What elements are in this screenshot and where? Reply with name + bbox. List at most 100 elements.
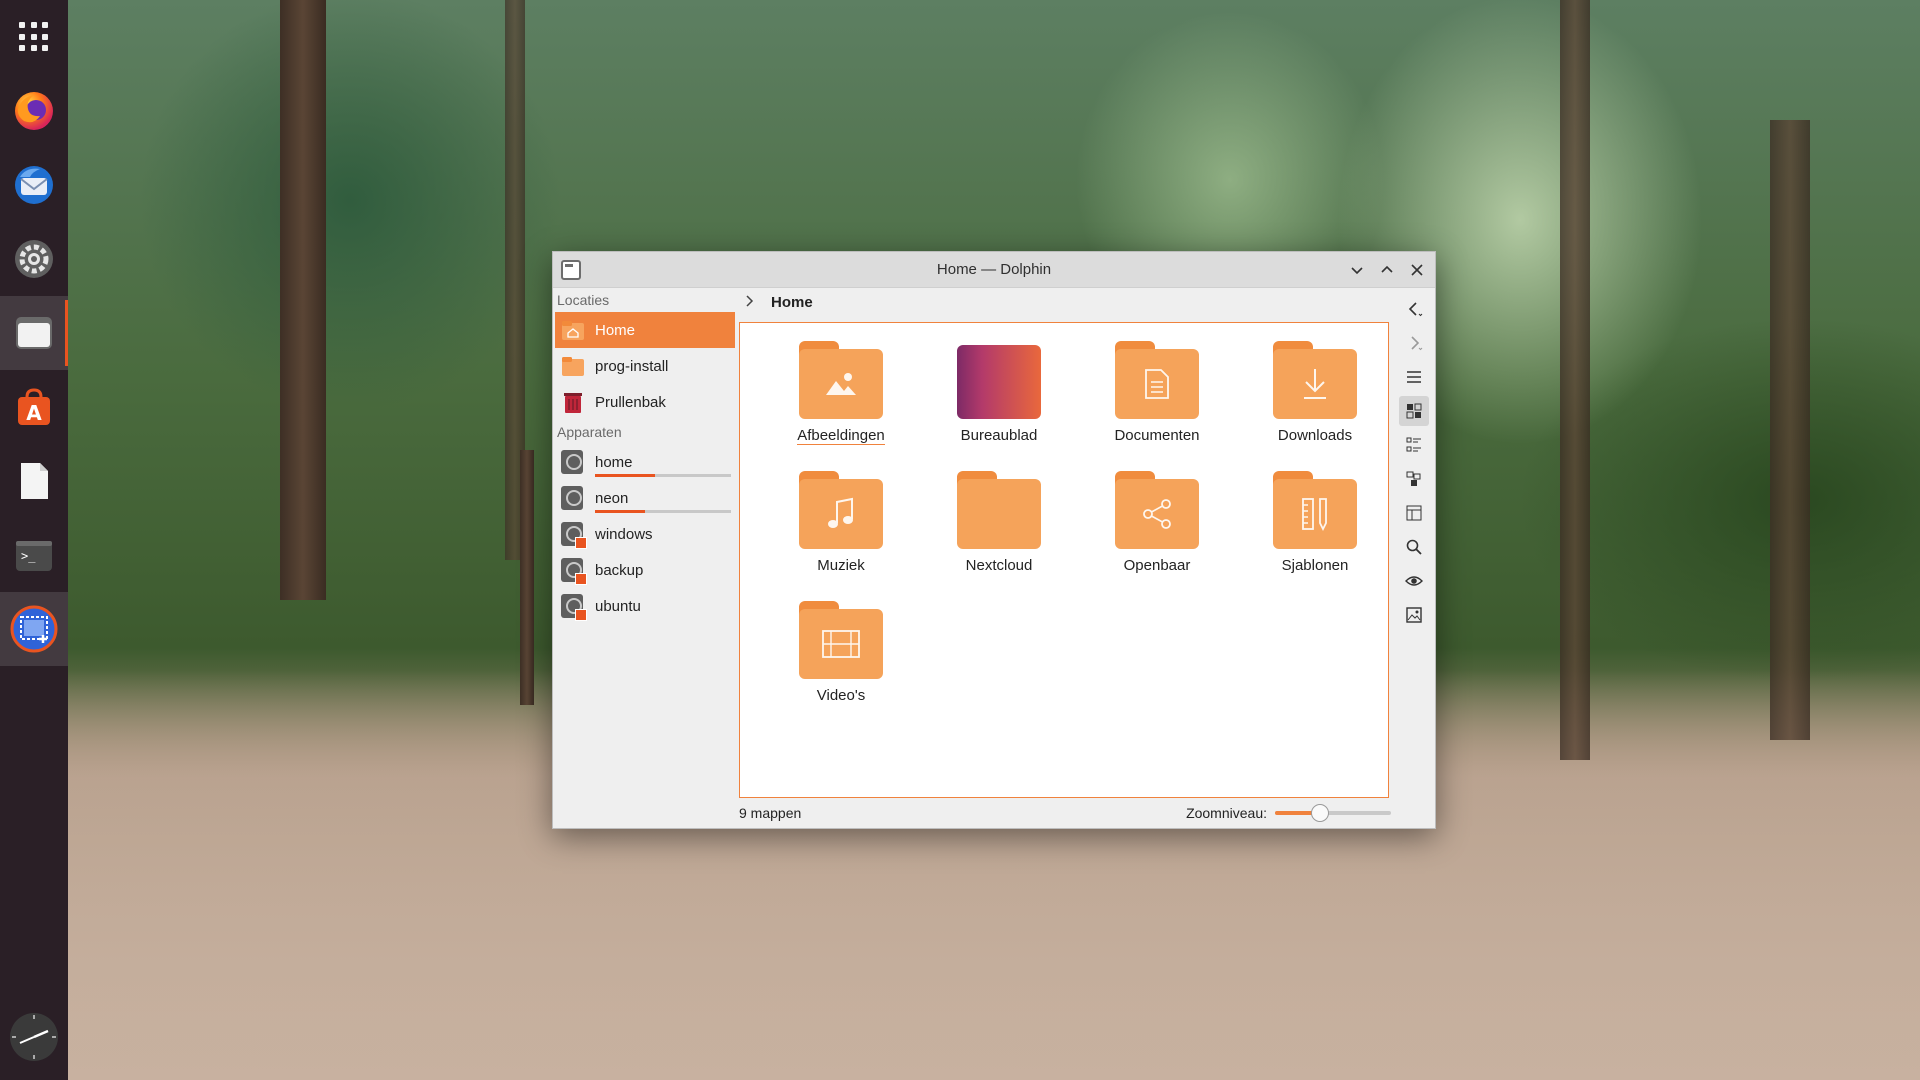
screenshot-icon[interactable] [0, 592, 68, 666]
folder-videos[interactable]: Video's [762, 599, 920, 717]
folder-label: Afbeeldingen [797, 427, 885, 445]
search-button[interactable] [1399, 532, 1429, 562]
desktop-folder-icon [957, 341, 1041, 419]
folder-downloads[interactable]: Downloads [1236, 339, 1394, 457]
device-label: home [595, 453, 633, 471]
app-grid-icon[interactable] [0, 0, 68, 74]
folder-muziek[interactable]: Muziek [762, 469, 920, 587]
folder-nextcloud[interactable]: Nextcloud [920, 469, 1078, 587]
device-label: backup [595, 561, 644, 579]
folder-label: Sjablonen [1281, 557, 1349, 574]
dolphin-window: Home — Dolphin Locaties Home prog-instal… [552, 251, 1436, 829]
minimize-button[interactable] [1345, 258, 1369, 282]
folder-afbeeldingen[interactable]: Afbeeldingen [762, 339, 920, 457]
details-view-icon [1406, 471, 1421, 486]
trash-icon [561, 390, 585, 414]
places-panel: Locaties Home prog-install Prullenbak Ap… [553, 288, 737, 828]
place-trash[interactable]: Prullenbak [553, 384, 737, 420]
maximize-button[interactable] [1375, 258, 1399, 282]
compact-view-icon [1406, 437, 1421, 452]
firefox-icon[interactable] [0, 74, 68, 148]
chevron-right-icon[interactable] [745, 294, 759, 311]
close-icon [1411, 264, 1423, 276]
show-hidden-button[interactable] [1399, 566, 1429, 596]
breadcrumb[interactable]: Home [739, 288, 1391, 316]
place-home[interactable]: Home [555, 312, 735, 348]
device-ubuntu[interactable]: ubuntu [553, 588, 737, 624]
folder-sjablonen[interactable]: Sjablonen [1236, 469, 1394, 587]
device-backup[interactable]: backup [553, 552, 737, 588]
section-places: Locaties [557, 292, 610, 308]
folder-label: Muziek [817, 557, 865, 574]
device-label: neon [595, 489, 629, 507]
folder-bureaublad[interactable]: Bureaublad [920, 339, 1078, 457]
device-windows[interactable]: windows [553, 516, 737, 552]
folder-label: Downloads [1277, 427, 1353, 444]
terminal-icon[interactable]: >_ [0, 518, 68, 592]
folder-label: Video's [816, 687, 866, 704]
usage-fill [595, 473, 655, 477]
dolphin-app-icon[interactable] [561, 260, 581, 280]
usage-bar [595, 473, 731, 477]
tree-trunk [1770, 120, 1810, 740]
svg-text:>_: >_ [21, 549, 36, 563]
breadcrumb-current[interactable]: Home [771, 294, 813, 311]
files-icon[interactable] [0, 296, 68, 370]
folder-label: Documenten [1114, 427, 1200, 444]
forward-button[interactable] [1399, 328, 1429, 358]
downloads-folder-icon [1273, 341, 1357, 419]
clock-icon[interactable] [0, 1002, 68, 1072]
thunderbird-icon[interactable] [0, 148, 68, 222]
folder-grid: Afbeeldingen Bureaublad Documenten Downl… [762, 339, 1394, 717]
zoom-slider-handle[interactable] [1311, 804, 1330, 822]
pictures-folder-icon [799, 341, 883, 419]
device-label: windows [595, 525, 653, 543]
split-view-icon [1406, 505, 1422, 521]
usage-fill [595, 509, 646, 513]
videos-folder-icon [799, 601, 883, 679]
device-neon[interactable]: neon [553, 480, 737, 516]
documents-folder-icon [1115, 341, 1199, 419]
public-share-folder-icon [1115, 471, 1199, 549]
chevron-right-icon [1411, 336, 1423, 351]
compact-view-button[interactable] [1399, 430, 1429, 460]
folder-label: Bureaublad [960, 427, 1038, 444]
details-view-button[interactable] [1399, 464, 1429, 494]
folder-icon [957, 471, 1041, 549]
icons-view-button[interactable] [1399, 396, 1429, 426]
chevron-down-icon [1351, 267, 1363, 275]
chevron-left-icon [1408, 302, 1423, 317]
back-button[interactable] [1399, 294, 1429, 324]
menu-button[interactable] [1399, 362, 1429, 392]
folder-icon [561, 354, 585, 378]
settings-icon[interactable] [0, 222, 68, 296]
folder-openbaar[interactable]: Openbaar [1078, 469, 1236, 587]
home-folder-icon [561, 318, 585, 342]
folder-documenten[interactable]: Documenten [1078, 339, 1236, 457]
dock: A >_ [0, 0, 68, 1080]
place-label: prog-install [595, 357, 669, 375]
device-home[interactable]: home [553, 444, 737, 480]
drive-mounted-icon [561, 522, 587, 549]
signpost [520, 450, 534, 705]
split-view-button[interactable] [1399, 498, 1429, 528]
search-icon [1406, 539, 1422, 555]
place-prog-install[interactable]: prog-install [553, 348, 737, 384]
app-center-icon[interactable]: A [0, 370, 68, 444]
window-title: Home — Dolphin [936, 261, 1052, 278]
usage-bar [595, 509, 731, 513]
zoom-label: Zoomniveau: [1186, 805, 1267, 821]
device-label: ubuntu [595, 597, 641, 615]
close-button[interactable] [1405, 258, 1429, 282]
zoom-slider[interactable] [1275, 804, 1391, 822]
svg-text:A: A [26, 401, 42, 425]
drive-mounted-icon [561, 558, 587, 585]
hamburger-menu-icon [1407, 371, 1421, 383]
text-editor-icon[interactable] [0, 444, 68, 518]
music-folder-icon [799, 471, 883, 549]
titlebar[interactable]: Home — Dolphin [553, 252, 1435, 288]
preview-button[interactable] [1399, 600, 1429, 630]
templates-folder-icon [1273, 471, 1357, 549]
folder-label: Openbaar [1123, 557, 1191, 574]
file-view[interactable]: Afbeeldingen Bureaublad Documenten Downl… [739, 322, 1389, 798]
